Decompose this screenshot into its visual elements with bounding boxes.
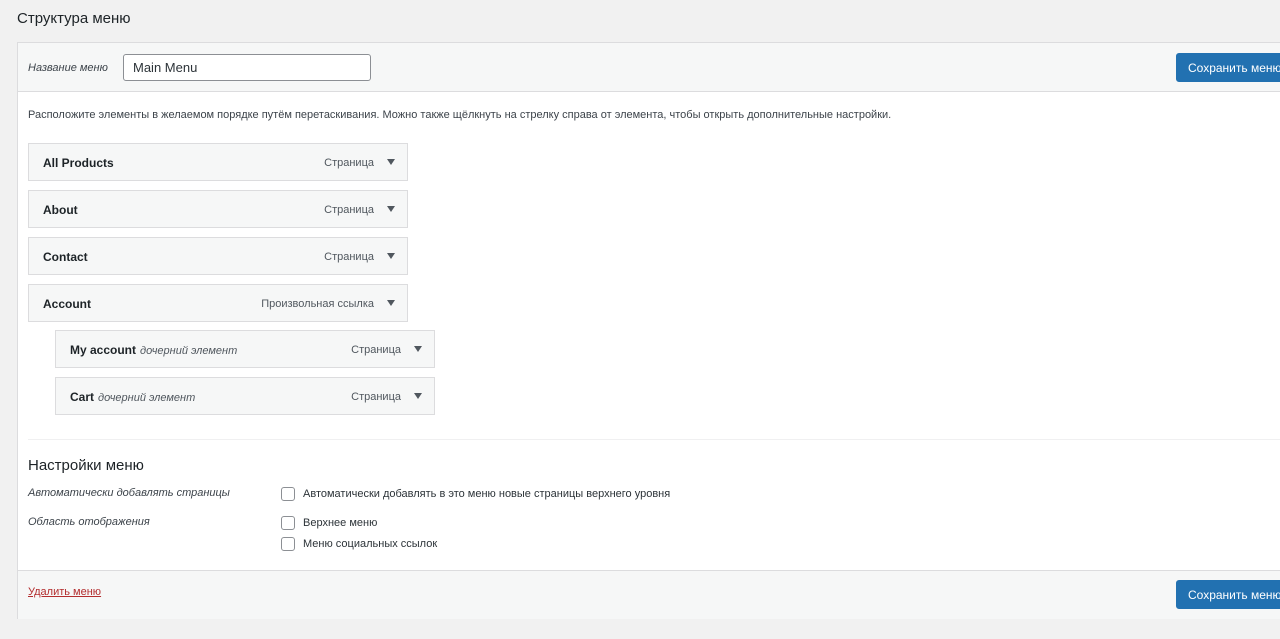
menu-item-account[interactable]: Account Произвольная ссылка: [28, 284, 408, 322]
menu-item-title: All Products: [43, 156, 114, 170]
save-menu-button-bottom[interactable]: Сохранить меню: [1176, 580, 1280, 609]
delete-menu-link[interactable]: Удалить меню: [28, 586, 101, 598]
location-social-menu-checkbox[interactable]: [281, 537, 295, 551]
auto-add-pages-checkbox[interactable]: [281, 487, 295, 501]
menu-item-title: About: [43, 203, 78, 217]
auto-add-pages-option-label: Автоматически добавлять в это меню новые…: [303, 488, 671, 500]
location-social-menu-option[interactable]: Меню социальных ссылок: [281, 536, 437, 552]
location-social-menu-label: Меню социальных ссылок: [303, 538, 438, 550]
chevron-down-icon[interactable]: [413, 391, 423, 401]
menu-item-type: Страница: [324, 251, 374, 263]
menu-item-type: Страница: [324, 157, 374, 169]
menu-name-label: Название меню: [28, 62, 108, 74]
child-item-label: дочерний элемент: [98, 392, 196, 404]
menu-item-about[interactable]: About Страница: [28, 190, 408, 228]
save-menu-button-top[interactable]: Сохранить меню: [1176, 53, 1280, 82]
chevron-down-icon[interactable]: [413, 344, 423, 354]
page-title: Структура меню: [17, 10, 131, 27]
chevron-down-icon[interactable]: [386, 204, 396, 214]
chevron-down-icon[interactable]: [386, 157, 396, 167]
chevron-down-icon[interactable]: [386, 251, 396, 261]
menu-item-contact[interactable]: Contact Страница: [28, 237, 408, 275]
menu-item-title: Contact: [43, 250, 88, 264]
location-top-menu-checkbox[interactable]: [281, 516, 295, 530]
menu-item-type: Страница: [324, 204, 374, 216]
menu-item-type: Страница: [351, 391, 401, 403]
menu-item-my-account[interactable]: My account дочерний элемент Страница: [55, 330, 435, 368]
section-divider: [28, 439, 1280, 440]
menu-item-title: Cart дочерний элемент: [70, 390, 196, 404]
location-top-menu-label: Верхнее меню: [303, 517, 378, 529]
auto-add-pages-option[interactable]: Автоматически добавлять в это меню новые…: [281, 486, 670, 502]
child-item-label: дочерний элемент: [140, 345, 238, 357]
menu-header: Название меню Сохранить меню: [18, 43, 1280, 92]
menu-management-panel: Название меню Сохранить меню Расположите…: [17, 42, 1280, 619]
location-top-menu-option[interactable]: Верхнее меню: [281, 515, 377, 531]
auto-add-pages-label: Автоматически добавлять страницы: [28, 487, 230, 499]
menu-settings-title: Настройки меню: [28, 457, 144, 474]
menu-item-type: Произвольная ссылка: [261, 298, 374, 310]
menu-item-title: My account дочерний элемент: [70, 343, 238, 357]
menu-item-type: Страница: [351, 344, 401, 356]
menu-footer: [18, 570, 1280, 619]
menu-name-input[interactable]: [123, 54, 371, 81]
menu-item-cart[interactable]: Cart дочерний элемент Страница: [55, 377, 435, 415]
menu-item-all-products[interactable]: All Products Страница: [28, 143, 408, 181]
display-location-label: Область отображения: [28, 516, 150, 528]
menu-item-title: Account: [43, 297, 91, 311]
chevron-down-icon[interactable]: [386, 298, 396, 308]
drag-instructions: Расположите элементы в желаемом порядке …: [28, 109, 892, 121]
